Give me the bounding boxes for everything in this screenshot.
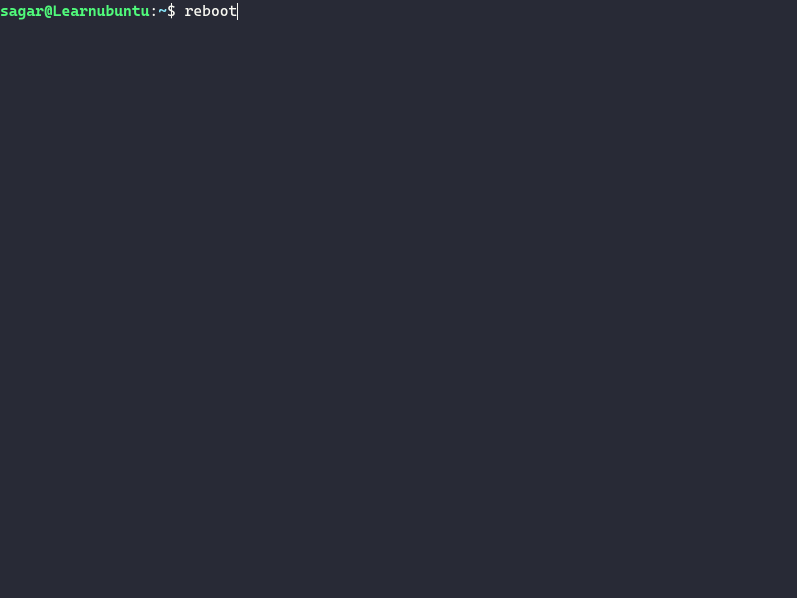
- prompt-path: ~: [158, 2, 167, 22]
- prompt-separator: :: [149, 2, 158, 22]
- cursor: [237, 3, 238, 20]
- user-host: sagar@Learnubuntu: [0, 2, 149, 22]
- prompt-symbol: $: [167, 2, 185, 22]
- terminal-prompt-line[interactable]: sagar@Learnubuntu:~$ reboot: [0, 2, 797, 22]
- command-input: reboot: [185, 2, 238, 22]
